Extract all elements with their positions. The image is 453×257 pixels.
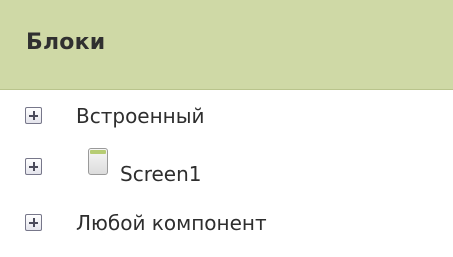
tree-item-label: Screen1	[120, 162, 202, 186]
tree-item-label: Любой компонент	[76, 211, 267, 235]
screen-icon	[88, 148, 108, 175]
panel-title: Блоки	[26, 30, 106, 55]
panel-header: Блоки	[0, 0, 453, 90]
tree-item-builtin[interactable]: Встроенный	[0, 98, 420, 138]
tree-item-any-component[interactable]: Любой компонент	[0, 205, 420, 245]
plus-expand-icon[interactable]	[25, 214, 42, 231]
blocks-panel: Блоки Встроенный Screen1 Любой компонент	[0, 0, 453, 257]
plus-expand-icon[interactable]	[25, 158, 42, 175]
tree-item-screen1[interactable]: Screen1	[0, 148, 420, 188]
tree-item-label: Встроенный	[76, 104, 205, 128]
plus-expand-icon[interactable]	[25, 107, 42, 124]
